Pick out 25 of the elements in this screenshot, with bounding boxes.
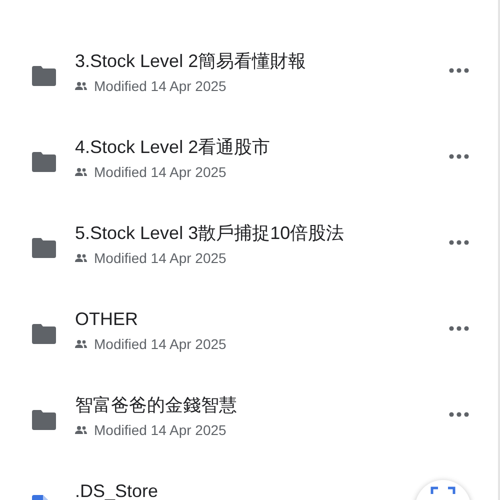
modified-date: Modified 14 Apr 2025: [94, 335, 226, 353]
modified-date: Modified 14 Apr 2025: [94, 77, 226, 95]
more-icon[interactable]: [449, 154, 469, 159]
modified-date: Modified 14 Apr 2025: [94, 163, 226, 181]
more-icon[interactable]: [449, 412, 469, 417]
folder-icon: [32, 152, 56, 172]
more-icon[interactable]: [449, 326, 469, 331]
people-icon: [75, 254, 87, 262]
people-icon: [75, 340, 87, 348]
people-icon: [75, 426, 87, 434]
people-icon: [75, 82, 87, 90]
folder-icon: [32, 410, 56, 430]
people-icon: [75, 168, 87, 176]
folder-icon: [32, 66, 56, 86]
item-title[interactable]: 5.Stock Level 3散戶捕捉10倍股法: [75, 223, 344, 244]
modified-date: Modified 14 Apr 2025: [94, 249, 226, 267]
folder-icon: [32, 324, 56, 344]
item-title[interactable]: 3.Stock Level 2簡易看懂財報: [75, 51, 306, 72]
more-icon[interactable]: [449, 68, 469, 73]
folder-icon: [32, 238, 56, 258]
item-title[interactable]: 4.Stock Level 2看通股市: [75, 137, 270, 158]
modified-date: Modified 14 Apr 2025: [94, 421, 226, 439]
item-title[interactable]: 智富爸爸的金錢智慧: [75, 395, 237, 416]
more-icon[interactable]: [449, 240, 469, 245]
item-title[interactable]: OTHER: [75, 309, 226, 330]
